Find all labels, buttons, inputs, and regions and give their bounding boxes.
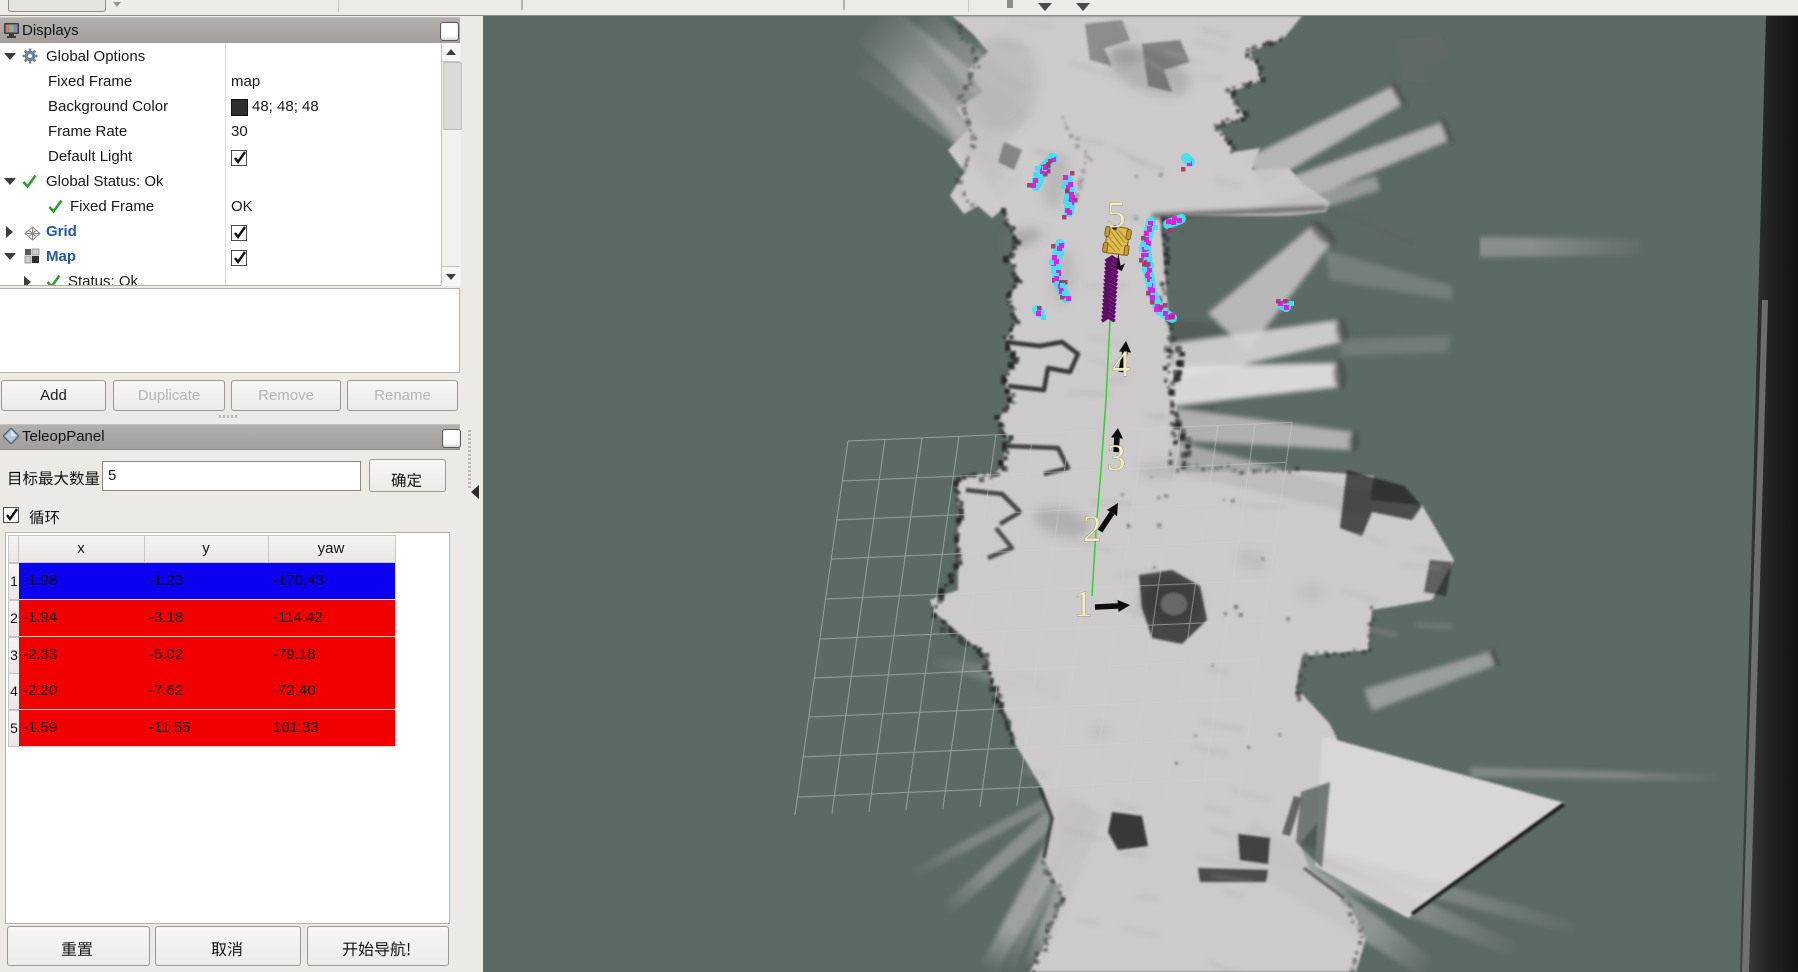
svg-text:4: 4 <box>1112 344 1131 385</box>
svg-text:2: 2 <box>1083 509 1102 550</box>
svg-text:3: 3 <box>1107 438 1126 479</box>
svg-text:1: 1 <box>1074 584 1093 625</box>
svg-text:5: 5 <box>1107 195 1126 236</box>
